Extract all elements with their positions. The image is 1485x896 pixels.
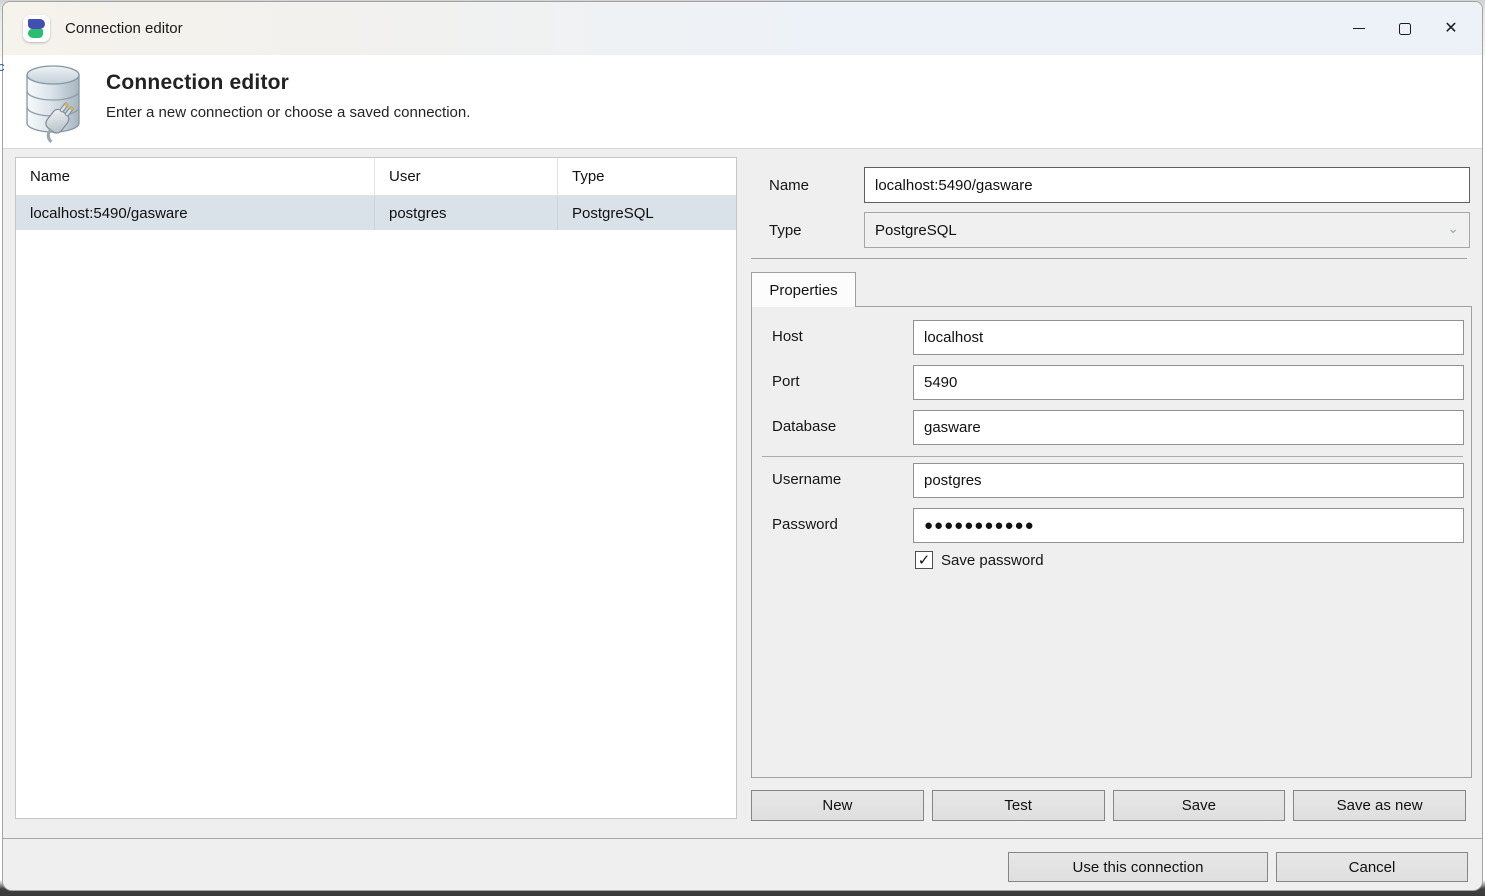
port-field-label: Port: [772, 373, 800, 390]
close-icon: ✕: [1444, 21, 1457, 37]
minimize-button[interactable]: [1336, 2, 1382, 55]
type-select-value: PostgreSQL: [875, 222, 957, 239]
username-input[interactable]: [913, 463, 1464, 498]
background-window-artifact: c: [0, 59, 5, 74]
cancel-button[interactable]: Cancel: [1276, 852, 1468, 882]
close-button[interactable]: ✕: [1428, 2, 1474, 55]
page-subtitle: Enter a new connection or choose a saved…: [106, 104, 470, 121]
database-input[interactable]: [913, 410, 1464, 445]
password-input[interactable]: [913, 508, 1464, 543]
username-field-label: Username: [772, 471, 841, 488]
tab-properties[interactable]: Properties: [751, 272, 856, 307]
window-controls: ✕: [1336, 2, 1474, 55]
test-button[interactable]: Test: [932, 790, 1105, 821]
database-field-label: Database: [772, 418, 836, 435]
page-title: Connection editor: [106, 71, 470, 95]
row-cell-type: PostgreSQL: [558, 196, 736, 230]
type-field-label: Type: [769, 222, 802, 239]
checkmark-icon: ✓: [918, 551, 931, 569]
connection-editor-window: Connection editor ✕: [2, 1, 1483, 891]
save-password-label: Save password: [941, 552, 1044, 569]
chevron-down-icon: ⌄: [1447, 220, 1459, 237]
minimize-icon: [1353, 28, 1365, 29]
connection-type-select[interactable]: PostgreSQL ⌄: [864, 212, 1470, 248]
column-header-type[interactable]: Type: [558, 158, 736, 195]
logo-green-shape: [28, 29, 43, 38]
save-as-new-button[interactable]: Save as new: [1293, 790, 1466, 821]
port-input[interactable]: [913, 365, 1464, 400]
database-icon: [19, 63, 97, 143]
table-header-row: Name User Type: [16, 158, 736, 196]
save-password-checkbox[interactable]: ✓: [915, 551, 933, 569]
main-content: Name User Type localhost:5490/gasware po…: [3, 149, 1482, 838]
save-password-row: ✓ Save password: [915, 551, 1044, 569]
action-button-row: New Test Save Save as new: [751, 790, 1466, 821]
use-this-connection-button[interactable]: Use this connection: [1008, 852, 1268, 882]
new-button[interactable]: New: [751, 790, 924, 821]
window-title: Connection editor: [65, 20, 183, 37]
connection-name-input[interactable]: [864, 167, 1470, 203]
save-button[interactable]: Save: [1113, 790, 1286, 821]
column-header-name[interactable]: Name: [16, 158, 375, 195]
row-cell-user: postgres: [375, 196, 558, 230]
dialog-footer: Use this connection Cancel: [3, 838, 1482, 890]
host-field-label: Host: [772, 328, 803, 345]
row-cell-name: localhost:5490/gasware: [16, 196, 375, 230]
password-field-label: Password: [772, 516, 838, 533]
name-field-label: Name: [769, 177, 809, 194]
maximize-icon: [1399, 23, 1411, 35]
dialog-header: Connection editor Enter a new connection…: [3, 55, 1482, 149]
separator: [751, 258, 1467, 259]
host-input[interactable]: [913, 320, 1464, 355]
table-row-selected[interactable]: localhost:5490/gasware postgres PostgreS…: [16, 196, 736, 230]
column-header-user[interactable]: User: [375, 158, 558, 195]
properties-panel: Host Port Database Username Password ✓ S…: [751, 306, 1472, 778]
titlebar: Connection editor ✕: [3, 2, 1482, 55]
maximize-button[interactable]: [1382, 2, 1428, 55]
separator: [762, 456, 1463, 457]
logo-blue-shape: [28, 19, 45, 29]
saved-connections-table: Name User Type localhost:5490/gasware po…: [15, 157, 737, 819]
app-logo-icon: [23, 15, 50, 42]
